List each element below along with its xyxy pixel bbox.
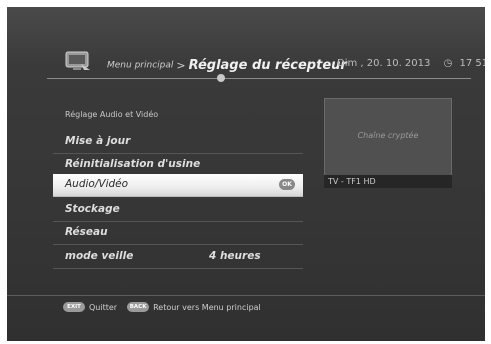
breadcrumb: Menu principal > Réglage du récepteur (107, 55, 347, 74)
tv-icon (65, 51, 90, 70)
ok-button-icon: OK (279, 179, 295, 190)
header-divider (47, 78, 471, 79)
menu-item-label: Réseau (65, 226, 108, 238)
breadcrumb-root: Menu principal (107, 60, 174, 71)
channel-info-bar: TV - TF1 HD (324, 175, 452, 188)
header-divider-dot (217, 74, 225, 82)
menu-item-audio-video[interactable]: Audio/Vidéo OK (53, 174, 303, 197)
time-text: 17 51 (459, 58, 485, 69)
section-label: Réglage Audio et Vidéo (65, 110, 159, 119)
footer-hints: EXIT Quitter BACK Retour vers Menu princ… (63, 302, 261, 312)
back-hint-label: Retour vers Menu principal (153, 302, 261, 312)
channel-name: TV - TF1 HD (328, 177, 376, 186)
date-text: Dim , 20. 10. 2013 (337, 58, 431, 69)
footer-divider (7, 295, 485, 296)
menu-item-value: 4 heures (209, 250, 261, 262)
clock-icon: ◷ (443, 58, 453, 69)
menu-item-label: Audio/Vidéo (65, 178, 129, 190)
menu-item-reseau[interactable]: Réseau (53, 222, 303, 245)
menu-item-label: Mise à jour (65, 135, 131, 147)
preview-status: Chaîne cryptée (357, 131, 419, 140)
back-key-icon: BACK (127, 302, 150, 312)
menu-item-mise-a-jour[interactable]: Mise à jour (53, 131, 303, 154)
menu-item-mode-veille[interactable]: mode veille 4 heures (53, 246, 303, 269)
exit-hint-label: Quitter (89, 302, 118, 312)
menu-item-label: Réinitialisation d'usine (65, 158, 201, 170)
tv-screen: Menu principal > Réglage du récepteur Dim … (7, 7, 485, 341)
page-title: Réglage du récepteur (188, 58, 347, 73)
channel-preview: Chaîne cryptée (324, 98, 452, 176)
menu-item-stockage[interactable]: Stockage (53, 199, 303, 222)
menu-item-label: mode veille (65, 250, 134, 262)
menu-item-label: Stockage (65, 203, 120, 215)
breadcrumb-separator: > (176, 59, 186, 72)
date-time: Dim , 20. 10. 2013 ◷ 17 51 (337, 58, 485, 69)
exit-key-icon: EXIT (63, 302, 85, 312)
